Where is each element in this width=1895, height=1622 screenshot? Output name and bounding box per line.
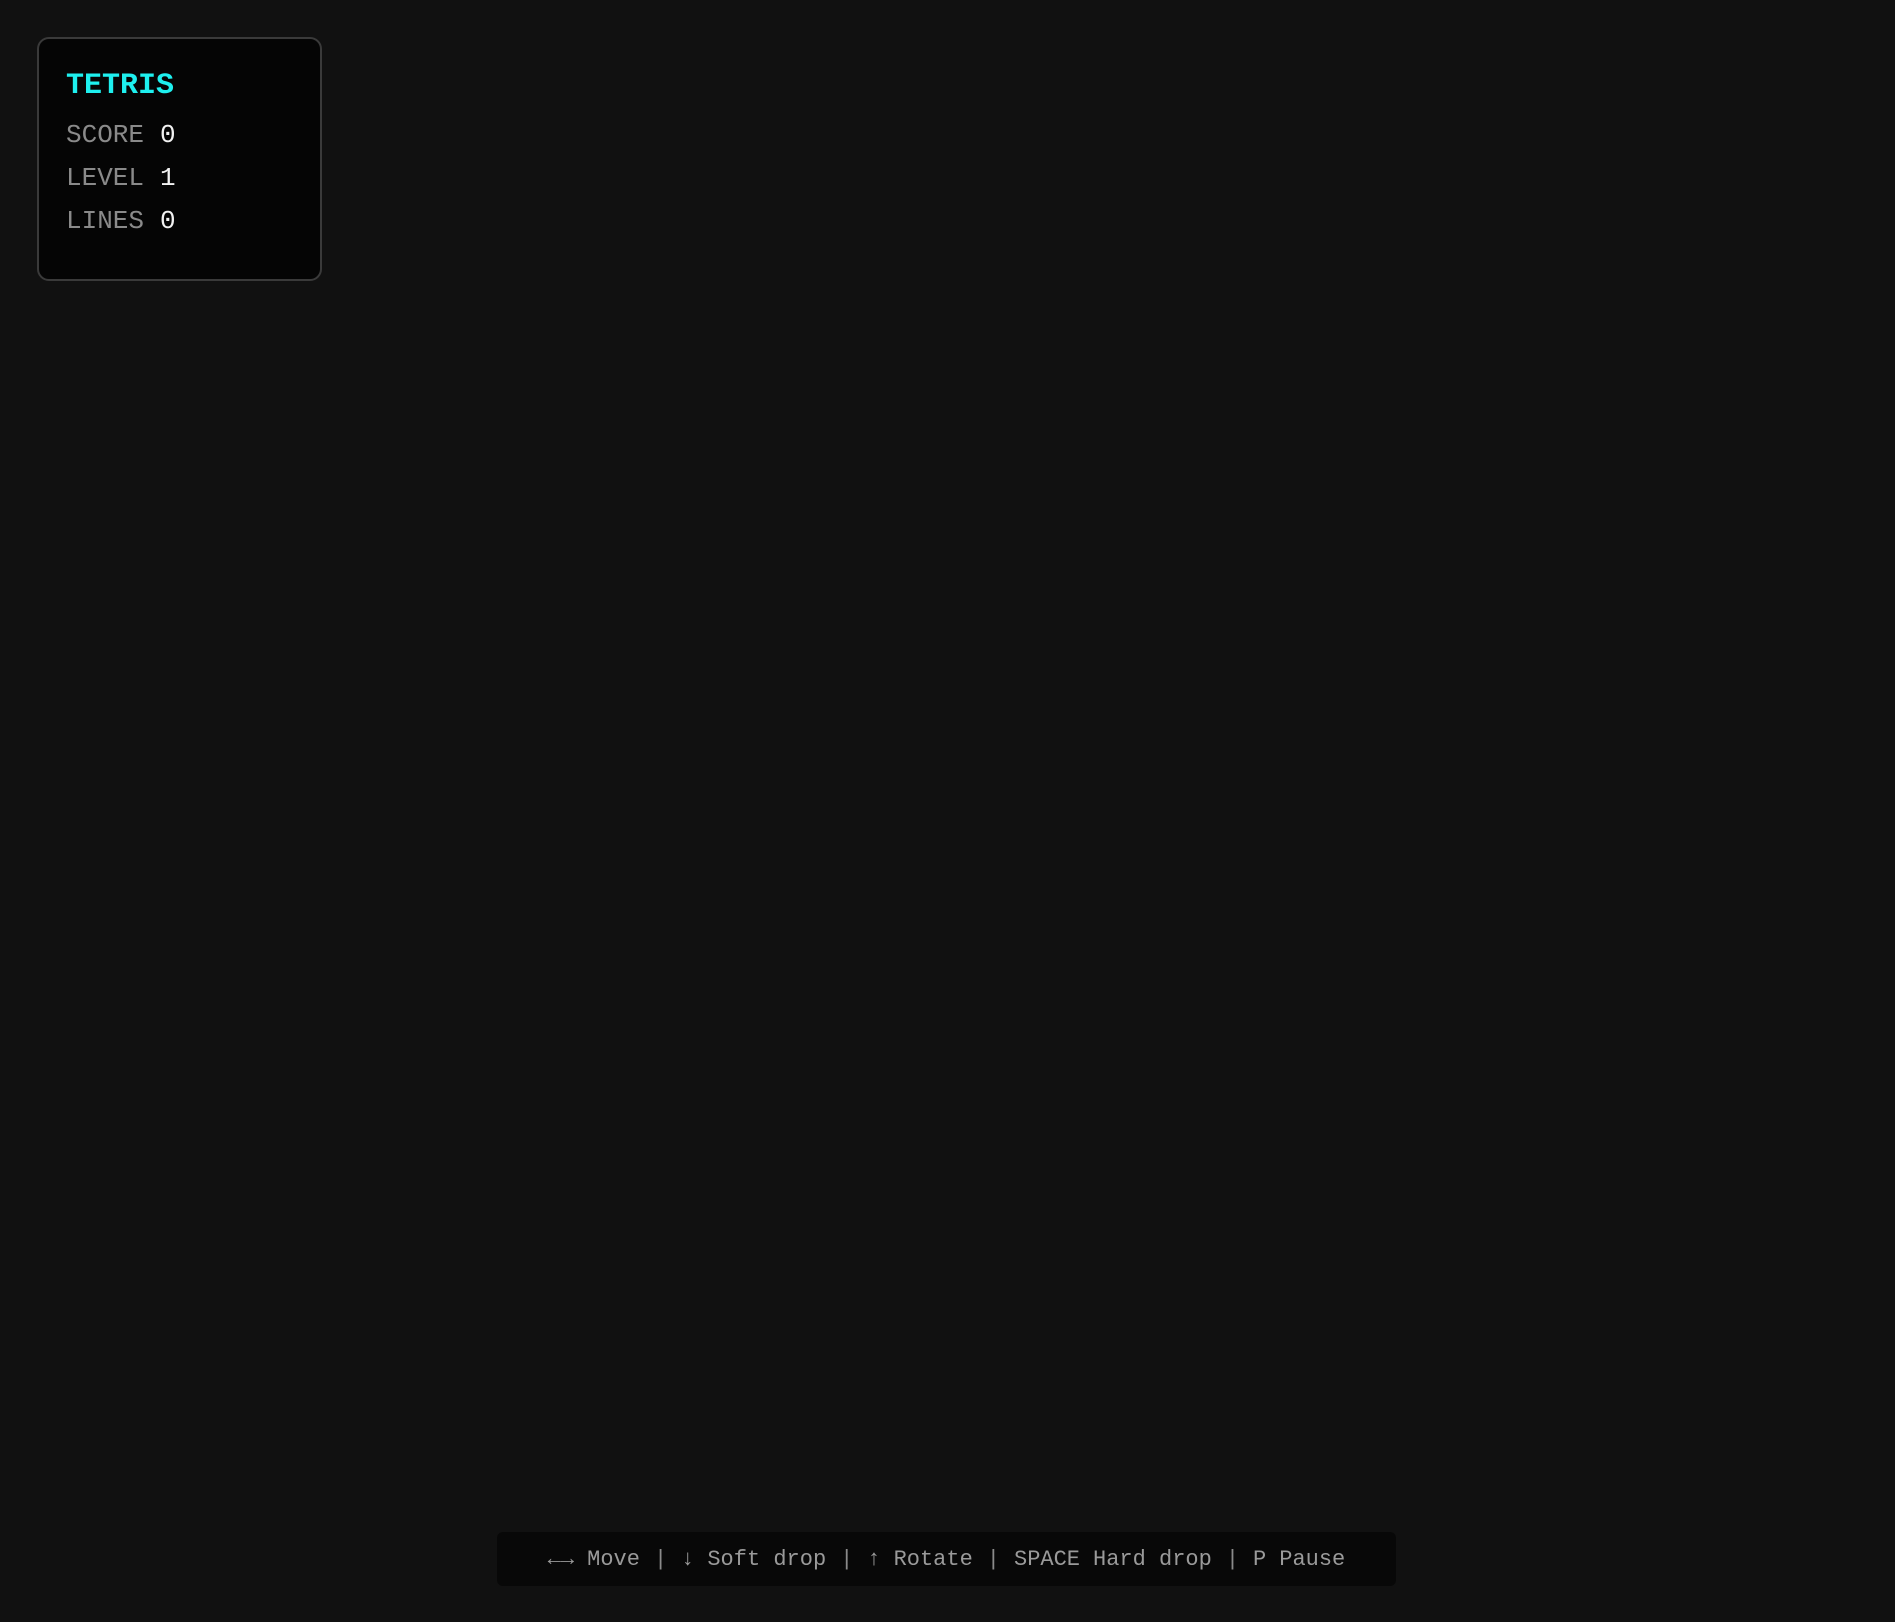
down-arrow-icon: ↓	[681, 1546, 695, 1572]
control-hard-drop-label: Hard drop	[1093, 1546, 1212, 1572]
score-value: 0	[160, 120, 176, 150]
control-hard-drop: SPACE Hard drop	[1014, 1547, 1212, 1572]
p-key: P	[1253, 1546, 1267, 1572]
lines-value: 0	[160, 206, 176, 236]
control-soft-drop: ↓ Soft drop	[681, 1547, 826, 1572]
left-right-arrows-icon: ←→	[547, 1546, 575, 1572]
control-move: ←→ Move	[548, 1547, 640, 1572]
separator: |	[986, 1546, 1000, 1572]
control-rotate: ↑ Rotate	[867, 1547, 972, 1572]
separator: |	[653, 1546, 668, 1572]
score-label: SCORE	[66, 120, 145, 150]
level-value: 1	[160, 163, 176, 193]
lines-label: LINES	[66, 206, 145, 236]
space-key: SPACE	[1014, 1546, 1081, 1572]
control-soft-drop-label: Soft drop	[707, 1546, 827, 1572]
level-row: LEVEL 1	[66, 157, 320, 200]
stats-panel: TETRIS SCORE 0 LEVEL 1 LINES 0	[37, 37, 322, 281]
game-title: TETRIS	[66, 69, 175, 103]
control-pause-label: Pause	[1279, 1546, 1346, 1572]
control-move-label: Move	[587, 1546, 640, 1572]
separator: |	[840, 1546, 854, 1572]
separator: |	[1225, 1546, 1240, 1572]
score-row: SCORE 0	[66, 114, 320, 157]
lines-row: LINES 0	[66, 200, 320, 243]
control-pause: P Pause	[1253, 1547, 1345, 1572]
level-label: LEVEL	[66, 163, 145, 193]
up-arrow-icon: ↑	[867, 1546, 881, 1572]
control-rotate-label: Rotate	[893, 1546, 973, 1572]
controls-help-bar: ←→ Move | ↓ Soft drop | ↑ Rotate | SPACE…	[497, 1532, 1396, 1586]
